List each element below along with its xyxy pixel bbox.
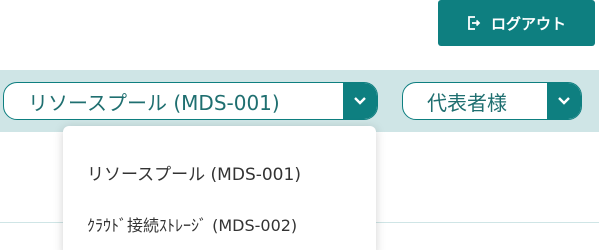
resource-select-value: リソースプール (MDS-001) [28,90,280,115]
filter-bar: リソースプール (MDS-001) 代表者様 [0,70,599,132]
user-select[interactable]: 代表者様 [402,82,582,120]
resource-select[interactable]: リソースプール (MDS-001) [3,82,378,120]
dropdown-option[interactable]: ｸﾗｳﾄﾞ接続ｽﾄﾚｰｼﾞ (MDS-002) [63,198,376,250]
page: ログアウト リソースプール (MDS-001) 代表者様 リソースプール (MD… [0,0,599,250]
user-select-value: 代表者様 [427,90,507,115]
logout-label: ログアウト [490,14,566,33]
resource-dropdown-menu: リソースプール (MDS-001) ｸﾗｳﾄﾞ接続ｽﾄﾚｰｼﾞ (MDS-002… [63,126,376,250]
chevron-down-icon[interactable] [343,83,377,119]
dropdown-option[interactable]: リソースプール (MDS-001) [63,146,376,198]
chevron-down-icon[interactable] [547,83,581,119]
logout-button[interactable]: ログアウト [438,0,595,46]
logout-icon [467,16,481,30]
